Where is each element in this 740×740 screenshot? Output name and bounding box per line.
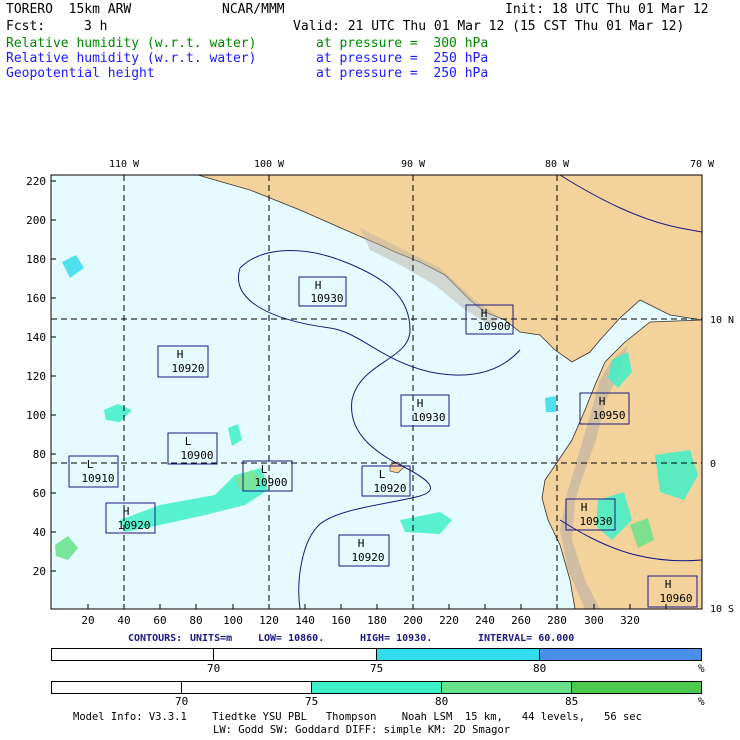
y-tick-label: 60 <box>33 487 46 500</box>
lon-label-80w: 80 W <box>545 159 570 170</box>
x-tick-label: 180 <box>367 614 387 627</box>
contours-interval: INTERVAL= 60.000 <box>478 633 574 644</box>
y-tick-label: 40 <box>33 526 46 539</box>
x-tick-label: 100 <box>223 614 243 627</box>
colorbar-250-segment <box>376 648 540 661</box>
center-value: 10900 <box>180 449 213 462</box>
y-tick-label: 160 <box>26 292 46 305</box>
y-tick-label: 200 <box>26 214 46 227</box>
colorbar-250-label: 80 <box>533 662 547 675</box>
colorbar-300-label: 70 <box>175 695 189 708</box>
center-value: 10920 <box>171 362 204 375</box>
x-tick-label: 60 <box>153 614 166 627</box>
map-element: 220 200 180 160 140 120 100 80 60 40 20 <box>26 175 46 578</box>
colorbar-250-segment <box>213 648 377 661</box>
center-value: 10920 <box>351 551 384 564</box>
x-tick-label: 260 <box>511 614 531 627</box>
center-type: L <box>185 435 192 448</box>
colorbar-300-segment <box>51 681 182 694</box>
y-tick-label: 80 <box>33 448 46 461</box>
center-value: 10920 <box>117 519 150 532</box>
center-type: H <box>581 501 588 514</box>
center-type: L <box>87 458 94 471</box>
center-value: 10930 <box>310 292 343 305</box>
center-value: 10930 <box>579 515 612 528</box>
center-value: 10950 <box>592 409 625 422</box>
y-tick-label: 180 <box>26 253 46 266</box>
colorbar-300-segment <box>571 681 702 694</box>
center-value: 10910 <box>81 472 114 485</box>
contours-units: UNITS=m <box>190 633 232 644</box>
x-tick-label: 160 <box>331 614 351 627</box>
colorbar-250-label: 70 <box>207 662 221 675</box>
colorbar-300-unit: % <box>698 695 705 708</box>
y-tick-label: 120 <box>26 370 46 383</box>
y-tick-label: 100 <box>26 409 46 422</box>
x-tick-label: 240 <box>475 614 495 627</box>
center-value: 10960 <box>659 592 692 605</box>
colorbar-250-label: 75 <box>370 662 384 675</box>
x-tick-label: 140 <box>295 614 315 627</box>
center-type: H <box>417 397 424 410</box>
map-element: CONTOURS: UNITS=m LOW= 10860. HIGH= 1093… <box>128 633 574 644</box>
lon-label-90w: 90 W <box>401 159 426 170</box>
y-tick-label: 220 <box>26 175 46 188</box>
map-element: 110 W 100 W 90 W 80 W 70 W <box>109 159 715 170</box>
colorbar-300-label: 80 <box>435 695 449 708</box>
x-tick-label: 120 <box>259 614 279 627</box>
x-tick-label: 280 <box>547 614 567 627</box>
y-tick-label: 20 <box>33 565 46 578</box>
center-type: L <box>379 468 386 481</box>
contours-low: LOW= 10860. <box>258 633 324 644</box>
lat-label-10s: 10 S <box>710 604 734 615</box>
x-tick-label: 20 <box>81 614 94 627</box>
center-type: H <box>315 279 322 292</box>
colorbar-250-segment <box>539 648 702 661</box>
center-value: 10930 <box>412 411 445 424</box>
center-type: H <box>177 348 184 361</box>
center-type: L <box>261 463 268 476</box>
lon-label-110w: 110 W <box>109 159 140 170</box>
center-type: H <box>358 537 365 550</box>
center-type: H <box>599 395 606 408</box>
lon-label-70w: 70 W <box>690 159 715 170</box>
colorbar-300-label: 85 <box>565 695 579 708</box>
lon-label-100w: 100 W <box>254 159 285 170</box>
center-type: H <box>123 505 130 518</box>
center-type: H <box>665 578 672 591</box>
contours-high: HIGH= 10930. <box>360 633 432 644</box>
y-tick-label: 140 <box>26 331 46 344</box>
rh-patch <box>545 396 556 412</box>
x-tick-label: 300 <box>584 614 604 627</box>
lat-label-10n: 10 N <box>710 315 734 326</box>
colorbar-300-segment <box>311 681 442 694</box>
colorbar-300-segment <box>181 681 312 694</box>
x-tick-label: 320 <box>620 614 640 627</box>
model-info: Model Info: V3.3.1 Tiedtke YSU PBL Thomp… <box>73 711 642 723</box>
contours-label: CONTOURS: <box>128 633 182 644</box>
map-element: 10 N 0 10 S <box>710 315 734 615</box>
center-type: H <box>481 307 488 320</box>
model-physics: LW: Godd SW: Goddard DIFF: simple KM: 2D… <box>213 724 511 736</box>
x-tick-label: 220 <box>439 614 459 627</box>
colorbar-250-unit: % <box>698 662 705 675</box>
center-value: 10900 <box>254 476 287 489</box>
colorbar-300-label: 75 <box>305 695 319 708</box>
map-element: 20 40 60 80 100 120 140 160 180 200 220 … <box>81 614 640 627</box>
weather-map: 110 W 100 W 90 W 80 W 70 W 10 N 0 10 S 2… <box>26 159 734 644</box>
x-tick-label: 80 <box>189 614 202 627</box>
lat-label-0: 0 <box>710 459 716 470</box>
center-value: 10920 <box>373 482 406 495</box>
colorbar-250-segment <box>51 648 214 661</box>
colorbar-300-segment <box>441 681 572 694</box>
x-tick-label: 40 <box>117 614 130 627</box>
center-value: 10900 <box>477 320 510 333</box>
x-tick-label: 200 <box>403 614 423 627</box>
